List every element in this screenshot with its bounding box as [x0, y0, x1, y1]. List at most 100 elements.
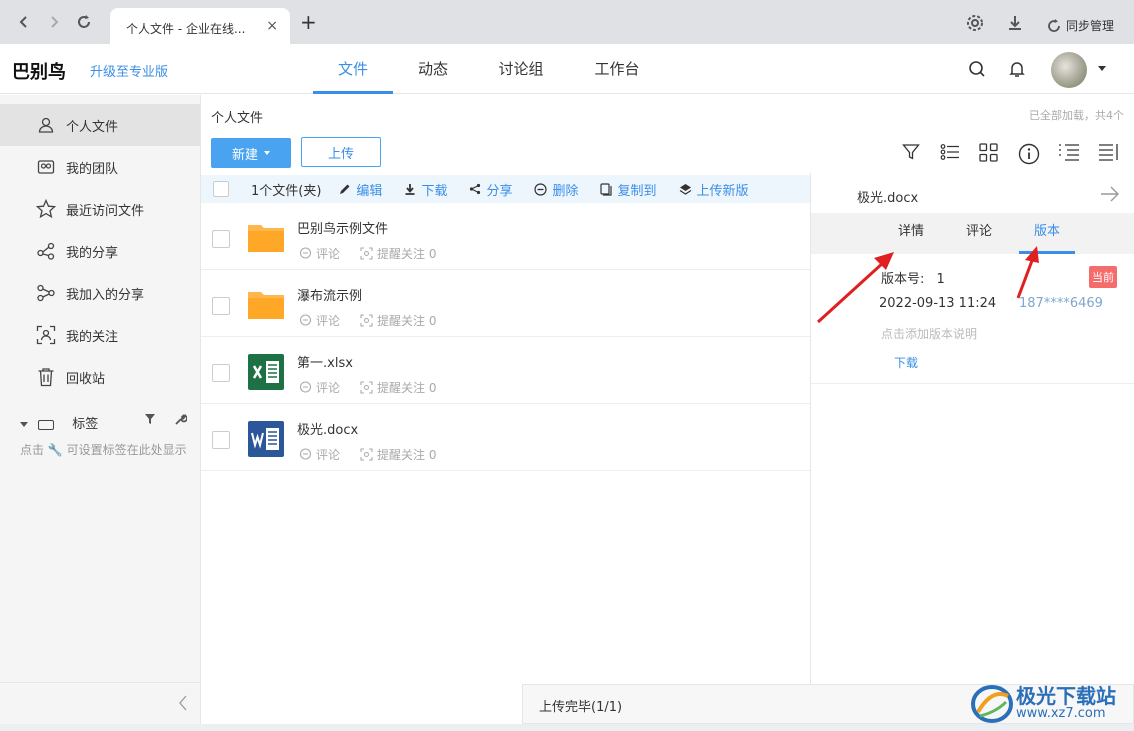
download-icon[interactable] [1006, 14, 1024, 36]
sync-manage-button[interactable]: 同步管理 [1046, 17, 1114, 34]
tab-close-icon[interactable]: × [266, 18, 278, 34]
version-user: 187****6469 [1019, 296, 1103, 311]
tags-section: 标签 [20, 413, 190, 432]
download-action[interactable]: 下载 [404, 180, 447, 199]
browser-tab[interactable]: 个人文件 - 企业在线... × [110, 8, 290, 44]
version-date: 2022-09-13 11:24 [879, 296, 997, 311]
file-row[interactable]: 第一.xlsx 评论 提醒关注 0 [201, 337, 811, 404]
row-checkbox[interactable] [212, 364, 230, 382]
select-all-checkbox[interactable] [213, 181, 229, 197]
refresh-icon[interactable] [72, 10, 96, 34]
nav-discussion[interactable]: 讨论组 [480, 44, 562, 94]
comment-link[interactable]: 评论 [299, 312, 340, 329]
file-name[interactable]: 极光.docx [297, 419, 358, 438]
sidebar-item-label: 我加入的分享 [66, 287, 145, 303]
remind-link[interactable]: 提醒关注 0 [360, 446, 436, 463]
upload-status-text: 上传完毕(1/1) [539, 700, 623, 715]
nav-activity[interactable]: 动态 [393, 44, 473, 94]
version-value: 1 [936, 272, 945, 287]
comment-label: 评论 [316, 448, 341, 462]
sort-icon[interactable] [1098, 143, 1120, 165]
sidebar-item-my-focus[interactable]: 我的关注 [0, 314, 200, 356]
settings-gear-icon[interactable] [966, 14, 984, 36]
outline-icon[interactable] [1058, 143, 1080, 165]
comment-link[interactable]: 评论 [299, 379, 340, 396]
comment-icon [299, 247, 312, 259]
edit-label: 编辑 [356, 183, 383, 199]
close-panel-arrow-icon[interactable] [1100, 183, 1120, 207]
upload-new-version-label: 上传新版 [696, 183, 749, 199]
nav-workbench[interactable]: 工作台 [576, 44, 658, 94]
breadcrumb[interactable]: 个人文件 [211, 107, 263, 126]
collapse-sidebar-icon[interactable] [178, 695, 188, 715]
browser-tab-bar: 个人文件 - 企业在线... × + 同步管理 [0, 0, 1134, 44]
sidebar-item-recent[interactable]: 最近访问文件 [0, 188, 200, 230]
edit-action[interactable]: 编辑 [339, 180, 382, 199]
file-row[interactable]: 极光.docx 评论 提醒关注 0 [201, 404, 811, 471]
file-row[interactable]: 瀑布流示例 评论 提醒关注 0 [201, 270, 811, 337]
sidebar-item-my-share[interactable]: 我的分享 [0, 230, 200, 272]
bell-icon[interactable] [1007, 59, 1027, 83]
upload-new-version-action[interactable]: 上传新版 [679, 180, 749, 199]
remind-link[interactable]: 提醒关注 0 [360, 245, 436, 262]
tab-title: 个人文件 - 企业在线... [126, 22, 246, 36]
list-view-icon[interactable] [940, 143, 960, 165]
row-checkbox[interactable] [212, 230, 230, 248]
avatar[interactable] [1051, 52, 1087, 88]
row-checkbox[interactable] [212, 431, 230, 449]
file-name[interactable]: 巴别鸟示例文件 [297, 218, 388, 237]
chevron-down-icon[interactable] [1098, 66, 1106, 71]
tab-versions[interactable]: 版本 [1019, 213, 1075, 254]
folder-icon [248, 225, 284, 252]
file-row[interactable]: 巴别鸟示例文件 评论 提醒关注 0 [201, 203, 811, 270]
new-button-label: 新建 [231, 147, 258, 163]
add-version-description[interactable]: 点击添加版本说明 [881, 325, 977, 342]
row-checkbox[interactable] [212, 297, 230, 315]
comment-link[interactable]: 评论 [299, 446, 340, 463]
filter-icon[interactable] [902, 143, 920, 165]
focus-icon [360, 448, 373, 461]
remind-link[interactable]: 提醒关注 0 [360, 312, 436, 329]
forward-icon[interactable] [42, 10, 66, 34]
watermark-logo-icon [971, 685, 1013, 723]
filter-icon[interactable] [144, 413, 156, 429]
delete-action[interactable]: 删除 [534, 180, 578, 199]
tags-expand-icon[interactable] [20, 422, 28, 427]
comment-link[interactable]: 评论 [299, 245, 340, 262]
grid-view-icon[interactable] [979, 143, 998, 166]
back-icon[interactable] [12, 10, 36, 34]
joined-share-icon [36, 283, 56, 303]
file-name[interactable]: 瀑布流示例 [297, 285, 362, 304]
panel-tabs: 详情 评论 版本 [811, 213, 1134, 254]
watermark-text: 极光下载站 [1016, 684, 1116, 708]
nav-files[interactable]: 文件 [313, 44, 393, 94]
watermark: 极光下载站 www.xz7.com [970, 680, 1130, 728]
panel-file-title: 极光.docx [857, 191, 919, 206]
share-action[interactable]: 分享 [469, 180, 512, 199]
upload-button[interactable]: 上传 [301, 137, 381, 167]
comment-label: 评论 [316, 314, 341, 328]
new-tab-button[interactable]: + [300, 12, 317, 32]
sidebar-item-my-team[interactable]: 我的团队 [0, 146, 200, 188]
upgrade-link[interactable]: 升级至专业版 [90, 61, 168, 80]
sidebar-item-label: 我的团队 [66, 161, 119, 177]
info-icon[interactable] [1018, 143, 1040, 169]
sidebar-item-trash[interactable]: 回收站 [0, 356, 200, 398]
file-meta: 评论 提醒关注 0 [299, 245, 436, 262]
copy-to-action[interactable]: 复制到 [600, 180, 657, 199]
version-download-link[interactable]: 下载 [894, 354, 918, 371]
wrench-icon[interactable] [174, 413, 188, 430]
sidebar-item-personal-files[interactable]: 个人文件 [0, 104, 200, 146]
new-button[interactable]: 新建 [211, 138, 291, 168]
sidebar-item-joined-share[interactable]: 我加入的分享 [0, 272, 200, 314]
share-label: 分享 [486, 183, 513, 199]
tab-comments[interactable]: 评论 [955, 213, 1003, 254]
sidebar-item-label: 我的关注 [66, 329, 119, 345]
tab-details[interactable]: 详情 [887, 213, 935, 254]
search-icon[interactable] [967, 59, 987, 83]
remind-link[interactable]: 提醒关注 0 [360, 379, 436, 396]
download-label: 下载 [421, 183, 448, 199]
folder-icon [248, 292, 284, 319]
file-name[interactable]: 第一.xlsx [297, 352, 353, 371]
download-icon [405, 184, 415, 195]
